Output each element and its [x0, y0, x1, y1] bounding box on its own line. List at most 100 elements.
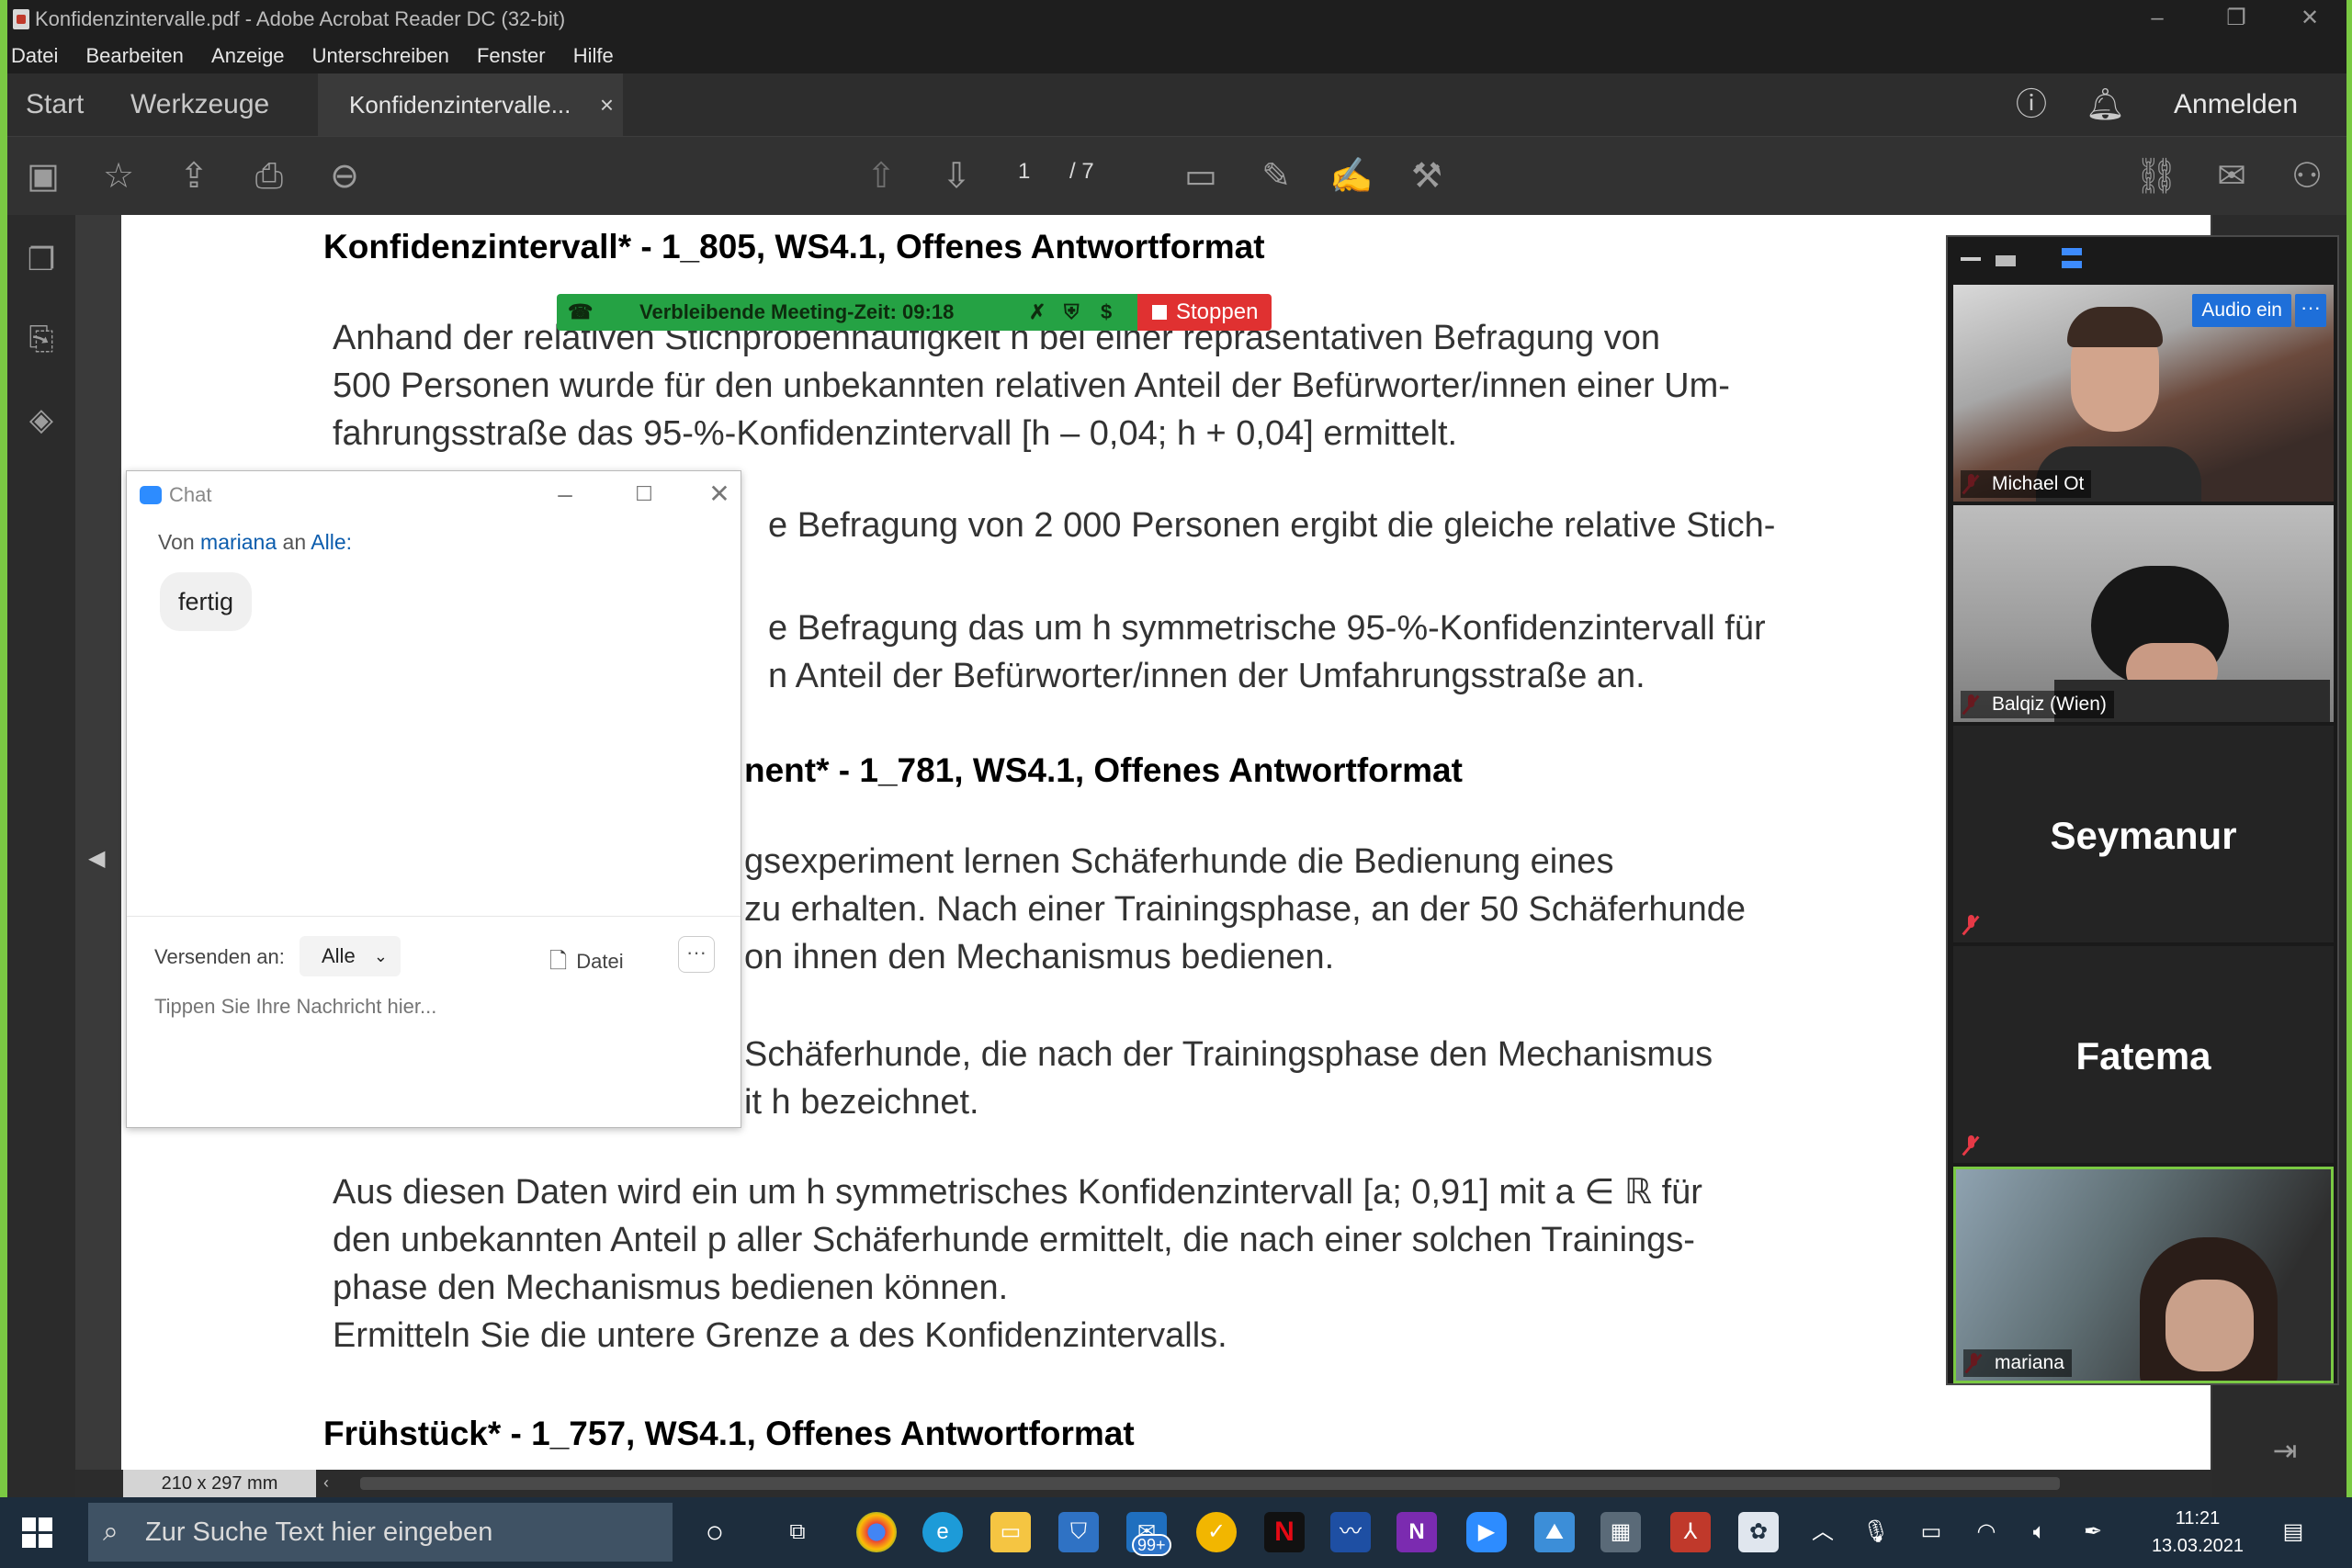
graph-app-icon[interactable]: 〰: [1330, 1512, 1371, 1552]
pdf-line: it h bezeichnet.: [744, 1083, 979, 1122]
tab-werkzeuge[interactable]: Werkzeuge: [130, 73, 269, 136]
cortana-icon[interactable]: ○: [695, 1512, 735, 1552]
edit-tools-icon[interactable]: ⚒: [1404, 153, 1450, 199]
gallery-view-icon[interactable]: [2062, 248, 2082, 268]
chrome-icon[interactable]: [856, 1512, 897, 1552]
onenote-icon[interactable]: N: [1396, 1512, 1437, 1552]
participant-tile-balqiz[interactable]: Balqiz (Wien): [1953, 505, 2334, 722]
save-icon[interactable]: ▣: [20, 153, 66, 199]
restore-icon[interactable]: ❐: [2199, 0, 2273, 39]
taskbar-clock[interactable]: 11:21 13.03.2021: [2124, 1505, 2271, 1560]
sign-icon[interactable]: ✍: [1329, 153, 1374, 199]
minimize-icon[interactable]: –: [2120, 0, 2194, 39]
acrobat-icon[interactable]: ⅄: [1670, 1512, 1711, 1552]
close-window-icon[interactable]: ✕: [2273, 0, 2346, 39]
audio-on-button[interactable]: Audio ein: [2192, 294, 2291, 327]
bell-icon[interactable]: 🔔︎: [2086, 73, 2125, 136]
layers-icon[interactable]: ◈: [18, 397, 64, 443]
pen-icon[interactable]: ✒: [2073, 1512, 2113, 1552]
norton-icon[interactable]: ✓: [1196, 1512, 1237, 1552]
chat-maximize-icon[interactable]: ☐: [621, 471, 667, 519]
share-link-icon[interactable]: ⛓: [2133, 153, 2179, 199]
dollar-icon: $: [1101, 300, 1113, 323]
current-page[interactable]: 1: [1018, 159, 1030, 184]
attachments-icon[interactable]: ⎘: [18, 316, 64, 362]
shield-icon: ⛨: [1064, 300, 1080, 323]
tab-bar: Start Werkzeuge Konfidenzintervalle... ×…: [7, 73, 2346, 136]
scroll-left-icon[interactable]: ‹: [323, 1473, 351, 1494]
zoom-out-icon[interactable]: ⊖: [322, 153, 368, 199]
netflix-icon[interactable]: N: [1264, 1512, 1305, 1552]
search-icon: ⌕: [103, 1517, 119, 1547]
total-pages: / 7: [1069, 159, 1094, 184]
upload-icon[interactable]: ⇪: [171, 153, 217, 199]
participant-tile-fatema[interactable]: Fatema: [1953, 946, 2334, 1163]
battery-icon[interactable]: ▭: [1911, 1512, 1951, 1552]
chat-minimize-icon[interactable]: –: [542, 471, 588, 519]
participant-face: [2165, 1280, 2254, 1371]
task-view-icon[interactable]: ⧉: [777, 1512, 818, 1552]
menu-hilfe[interactable]: Hilfe: [573, 44, 614, 67]
taskbar-search-field[interactable]: ⌕ Zur Suche Text hier eingeben: [88, 1503, 673, 1562]
photos-icon[interactable]: ⛰: [1534, 1512, 1575, 1552]
wifi-icon[interactable]: ◠: [1966, 1512, 2007, 1552]
from-user[interactable]: mariana: [200, 530, 277, 554]
close-tab-icon[interactable]: ×: [600, 73, 614, 136]
menu-bearbeiten[interactable]: Bearbeiten: [85, 44, 183, 67]
chat-more-button[interactable]: ···: [678, 936, 715, 973]
pdf-line: n Anteil der Befürworter/innen der Umfah…: [768, 657, 1645, 695]
menu-datei[interactable]: Datei: [11, 44, 58, 67]
collapse-panel-icon[interactable]: ◀: [88, 845, 110, 882]
comment-icon[interactable]: ▭: [1178, 153, 1224, 199]
stop-recording-button[interactable]: Stoppen: [1137, 294, 1272, 331]
menu-unterschreiben[interactable]: Unterschreiben: [312, 44, 449, 67]
horizontal-scrollbar[interactable]: [360, 1477, 2060, 1490]
from-prefix: Von: [158, 530, 195, 554]
signin-button[interactable]: Anmelden: [2174, 73, 2298, 136]
tile-more-button[interactable]: ···: [2295, 294, 2326, 327]
minimize-video-icon[interactable]: [1961, 257, 1981, 261]
mail-badge: 99+: [1132, 1534, 1171, 1556]
mail-icon[interactable]: ✉ 99+: [1126, 1512, 1171, 1556]
tab-start[interactable]: Start: [26, 73, 84, 136]
chat-divider: [127, 916, 741, 917]
participant-tile-seymanur[interactable]: Seymanur: [1953, 726, 2334, 942]
microphone-icon[interactable]: 🎙︎: [1856, 1512, 1896, 1552]
participant-tile-michael[interactable]: Audio ein ··· Michael Ot: [1953, 285, 2334, 502]
store-icon[interactable]: ⛉: [1058, 1512, 1099, 1552]
pdf-heading-1: Konfidenzintervall* - 1_805, WS4.1, Offe…: [323, 228, 1265, 265]
speaker-view-icon[interactable]: [1996, 255, 2016, 266]
pdf-paragraph-5: Schäferhunde, die nach der Trainingsphas…: [744, 1031, 1713, 1126]
expand-panel-icon[interactable]: ⇥: [2262, 1427, 2308, 1473]
print-icon[interactable]: ⎙: [246, 153, 292, 199]
to-prefix: an: [282, 530, 307, 554]
pages-panel-icon[interactable]: ❐: [18, 237, 64, 283]
zoom-app-icon[interactable]: ▶: [1466, 1512, 1507, 1552]
volume-icon[interactable]: 🔈︎: [2019, 1512, 2060, 1552]
highlight-pen-icon[interactable]: ✎: [1253, 153, 1299, 199]
notifications-icon[interactable]: ▤: [2273, 1512, 2313, 1552]
chevron-up-icon[interactable]: ︿: [1803, 1512, 1843, 1552]
chat-close-icon[interactable]: ✕: [696, 471, 742, 519]
page-up-icon[interactable]: ⇧: [858, 153, 904, 199]
edge-icon[interactable]: e: [922, 1512, 963, 1552]
help-icon[interactable]: ⓘ: [2016, 73, 2047, 136]
add-user-icon[interactable]: ⚇: [2284, 153, 2330, 199]
calculator-icon[interactable]: ▦: [1600, 1512, 1641, 1552]
email-icon[interactable]: ✉: [2209, 153, 2255, 199]
participant-big-name: Seymanur: [2050, 814, 2237, 857]
windows-start-icon[interactable]: [22, 1517, 53, 1549]
chat-message-input[interactable]: [154, 995, 706, 1019]
file-explorer-icon[interactable]: ▭: [990, 1512, 1031, 1552]
recipient-select[interactable]: Alle ⌄: [300, 936, 401, 976]
participant-tile-mariana[interactable]: mariana: [1953, 1167, 2334, 1383]
tab-document[interactable]: Konfidenzintervalle... ×: [318, 73, 623, 136]
menu-anzeige[interactable]: Anzeige: [211, 44, 285, 67]
star-icon[interactable]: ☆: [96, 153, 141, 199]
send-file-button[interactable]: 🗋︎ Datei: [549, 945, 624, 983]
meeting-time-bar: ☎ Verbleibende Meeting-Zeit: 09:18 ✗ ⛨ $…: [557, 294, 1272, 331]
menu-fenster[interactable]: Fenster: [477, 44, 546, 67]
page-down-icon[interactable]: ⇩: [933, 153, 979, 199]
snip-app-icon[interactable]: ✿: [1738, 1512, 1779, 1552]
to-user[interactable]: Alle:: [311, 530, 352, 554]
